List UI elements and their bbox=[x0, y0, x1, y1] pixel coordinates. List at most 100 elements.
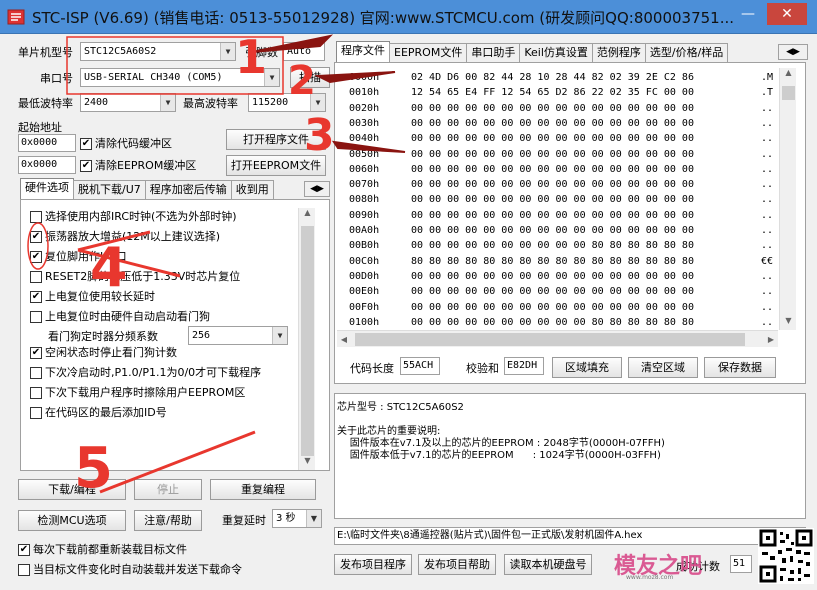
hex-bytes[interactable]: 00 00 00 00 00 00 00 00 00 00 00 00 00 0… bbox=[411, 116, 761, 132]
tab-scroll-arrows[interactable]: ◀▶ bbox=[304, 181, 330, 197]
scroll-up-icon[interactable]: ▲ bbox=[299, 208, 316, 222]
hex-address: 0020h bbox=[349, 102, 380, 114]
hex-ascii: .. bbox=[761, 179, 774, 191]
chevron-down-icon: ▼ bbox=[160, 94, 175, 111]
publish-help-button[interactable]: 发布项目帮助 bbox=[418, 554, 496, 575]
hex-bytes[interactable]: 00 00 00 00 00 00 00 00 00 00 00 00 00 0… bbox=[411, 208, 761, 224]
hex-bytes[interactable]: 00 00 00 00 00 00 00 00 00 00 00 00 00 0… bbox=[411, 147, 761, 163]
reload-before-download-checkbox[interactable]: ✔ 每次下载前都重新装载目标文件 bbox=[18, 541, 187, 557]
close-button[interactable]: ✕ bbox=[767, 3, 807, 25]
tab-hardware-options[interactable]: 硬件选项 bbox=[20, 178, 74, 199]
hex-bytes[interactable]: 00 00 00 00 00 00 00 00 00 00 00 00 00 0… bbox=[411, 284, 761, 300]
option-checkbox[interactable]: 选择使用内部IRC时钟(不选为外部时钟) bbox=[30, 208, 237, 224]
hex-bytes[interactable]: 02 4D D6 00 82 44 28 10 28 44 82 02 39 2… bbox=[411, 70, 761, 86]
scroll-up-icon[interactable]: ▲ bbox=[780, 68, 797, 82]
tab-offline-download[interactable]: 脱机下载/U7 bbox=[73, 180, 146, 199]
hex-bytes[interactable]: 00 00 00 00 00 00 00 00 00 00 00 00 00 0… bbox=[411, 223, 761, 239]
hex-bytes[interactable]: 00 00 00 00 00 00 00 00 00 00 00 00 00 0… bbox=[411, 269, 761, 285]
option-label: 选择使用内部IRC时钟(不选为外部时钟) bbox=[45, 210, 237, 223]
tab-selection-price[interactable]: 选型/价格/样品 bbox=[644, 43, 729, 62]
tab-example-programs[interactable]: 范例程序 bbox=[591, 43, 646, 62]
hex-address: 00D0h bbox=[349, 270, 380, 282]
repeat-delay-select[interactable]: 3 秒 ▼ bbox=[272, 509, 322, 528]
tab-encrypted-transfer[interactable]: 程序加密后传输 bbox=[144, 180, 232, 199]
annotation-number-3: 3 bbox=[304, 110, 335, 161]
chevron-down-icon: ▼ bbox=[306, 510, 321, 527]
options-scrollbar[interactable]: ▲ ▼ bbox=[298, 208, 315, 470]
hex-row: 00B0h 00 00 00 00 00 00 00 00 00 00 80 80… bbox=[337, 238, 773, 254]
start-address-input-2[interactable]: 0x0000 bbox=[18, 156, 76, 174]
hex-ascii: .. bbox=[761, 286, 774, 298]
hex-bytes[interactable]: 12 54 65 E4 FF 12 54 65 D2 86 22 02 35 F… bbox=[411, 85, 761, 101]
scroll-down-icon[interactable]: ▼ bbox=[299, 456, 316, 470]
hex-bytes[interactable]: 00 00 00 00 00 00 00 00 00 00 00 00 00 0… bbox=[411, 300, 761, 316]
scrollbar-thumb[interactable] bbox=[782, 86, 795, 100]
hex-address: 00A0h bbox=[349, 225, 380, 236]
wdt-prescaler-select[interactable]: 256 ▼ bbox=[188, 326, 288, 345]
option-checkbox[interactable]: 下次下载用户程序时擦除用户EEPROM区 bbox=[30, 384, 245, 400]
success-count-value: 51 bbox=[730, 555, 752, 573]
hscrollbar-thumb[interactable] bbox=[355, 333, 745, 346]
option-checkbox[interactable]: 下次冷启动时,P1.0/P1.1为0/0才可下载程序 bbox=[30, 364, 261, 380]
tab-eeprom-file[interactable]: EEPROM文件 bbox=[389, 43, 468, 62]
hex-scrollbar[interactable]: ▲ ▼ bbox=[779, 68, 796, 330]
hex-bytes[interactable]: 00 00 00 00 00 00 00 00 00 00 80 80 80 8… bbox=[411, 238, 761, 254]
mcu-type-label: 单片机型号 bbox=[18, 46, 73, 59]
chevron-down-icon: ▼ bbox=[220, 43, 235, 60]
publish-project-button[interactable]: 发布项目程序 bbox=[334, 554, 412, 575]
hex-bytes[interactable]: 00 00 00 00 00 00 00 00 00 00 00 00 00 0… bbox=[411, 192, 761, 208]
save-data-button[interactable]: 保存数据 bbox=[704, 357, 776, 378]
reprogram-button[interactable]: 重复编程 bbox=[210, 479, 316, 500]
hex-row: 00D0h 00 00 00 00 00 00 00 00 00 00 00 00… bbox=[337, 269, 773, 285]
file-path-field[interactable]: E:\临时文件夹\8通遥控器(贴片式)\固件包一正式版\发射机固件A.hex bbox=[334, 527, 806, 545]
scroll-right-icon[interactable]: ▶ bbox=[764, 331, 778, 348]
tab-program-file[interactable]: 程序文件 bbox=[336, 41, 390, 62]
right-tab-scroll-arrows[interactable]: ◀▶ bbox=[778, 44, 808, 60]
checkbox-icon bbox=[30, 211, 42, 223]
max-baud-label: 最高波特率 bbox=[183, 97, 238, 110]
hex-grid[interactable]: 0000h 02 4D D6 00 82 44 28 10 28 44 82 02… bbox=[337, 68, 778, 330]
hex-ascii: .. bbox=[761, 225, 774, 236]
auto-download-label: 当目标文件变化时自动装载并发送下载命令 bbox=[33, 563, 242, 576]
help-button[interactable]: 注意/帮助 bbox=[134, 510, 202, 531]
auto-download-checkbox[interactable]: 当目标文件变化时自动装载并发送下载命令 bbox=[18, 561, 242, 577]
hex-bytes[interactable]: 00 00 00 00 00 00 00 00 00 00 00 00 00 0… bbox=[411, 162, 761, 178]
mcu-type-select[interactable]: STC12C5A60S2 ▼ bbox=[80, 42, 236, 61]
annotation-number-5: 5 bbox=[74, 436, 113, 501]
stop-button[interactable]: 停止 bbox=[134, 479, 202, 500]
serial-port-label: 串口号 bbox=[40, 72, 73, 85]
tab-keil-settings[interactable]: Keil仿真设置 bbox=[519, 43, 593, 62]
option-checkbox[interactable]: 上电复位时由硬件自动启动看门狗 bbox=[30, 308, 210, 324]
option-checkbox[interactable]: RESET2脚的电压低于1.33V时芯片复位 bbox=[30, 268, 240, 284]
fill-region-button[interactable]: 区域填充 bbox=[552, 357, 622, 378]
option-checkbox[interactable]: ✔ 空闲状态时停止看门狗计数 bbox=[30, 344, 177, 360]
hex-address: 00B0h bbox=[349, 240, 380, 252]
scroll-down-icon[interactable]: ▼ bbox=[780, 316, 797, 330]
hex-row: 0030h 00 00 00 00 00 00 00 00 00 00 00 00… bbox=[337, 116, 773, 132]
read-disk-id-button[interactable]: 读取本机硬盘号 bbox=[504, 554, 592, 575]
hex-bytes[interactable]: 00 00 00 00 00 00 00 00 00 00 80 80 80 8… bbox=[411, 315, 761, 330]
option-checkbox[interactable]: 在代码区的最后添加ID号 bbox=[30, 404, 167, 420]
tab-serial-assistant[interactable]: 串口助手 bbox=[466, 43, 521, 62]
tab-received[interactable]: 收到用 bbox=[230, 180, 274, 199]
hex-bytes[interactable]: 00 00 00 00 00 00 00 00 00 00 00 00 00 0… bbox=[411, 177, 761, 193]
hex-address: 0100h bbox=[349, 316, 380, 328]
detect-mcu-button[interactable]: 检测MCU选项 bbox=[18, 510, 126, 531]
hex-bytes[interactable]: 00 00 00 00 00 00 00 00 00 00 00 00 00 0… bbox=[411, 101, 761, 117]
clear-code-buffer-checkbox[interactable]: ✔ 清除代码缓冲区 bbox=[80, 135, 172, 151]
hex-ascii: .. bbox=[761, 240, 774, 252]
hex-bytes[interactable]: 80 80 80 80 80 80 80 80 80 80 80 80 80 8… bbox=[411, 254, 761, 270]
minimize-button[interactable]: — bbox=[737, 3, 759, 25]
checkbox-icon bbox=[30, 311, 42, 323]
clear-region-button[interactable]: 清空区域 bbox=[628, 357, 698, 378]
clear-eeprom-buffer-checkbox[interactable]: ✔ 清除EEPROM缓冲区 bbox=[80, 157, 196, 173]
scrollbar-thumb[interactable] bbox=[301, 226, 314, 456]
hex-hscrollbar[interactable]: ◀ ▶ bbox=[337, 330, 778, 347]
start-address-input-1[interactable]: 0x0000 bbox=[18, 134, 76, 152]
scroll-left-icon[interactable]: ◀ bbox=[337, 331, 351, 348]
hex-row: 0010h 12 54 65 E4 FF 12 54 65 D2 86 22 02… bbox=[337, 85, 773, 101]
app-icon bbox=[7, 9, 25, 25]
hex-address: 0050h bbox=[349, 148, 380, 160]
min-baud-select[interactable]: 2400 ▼ bbox=[80, 93, 176, 112]
hex-bytes[interactable]: 00 00 00 00 00 00 00 00 00 00 00 00 00 0… bbox=[411, 131, 761, 147]
